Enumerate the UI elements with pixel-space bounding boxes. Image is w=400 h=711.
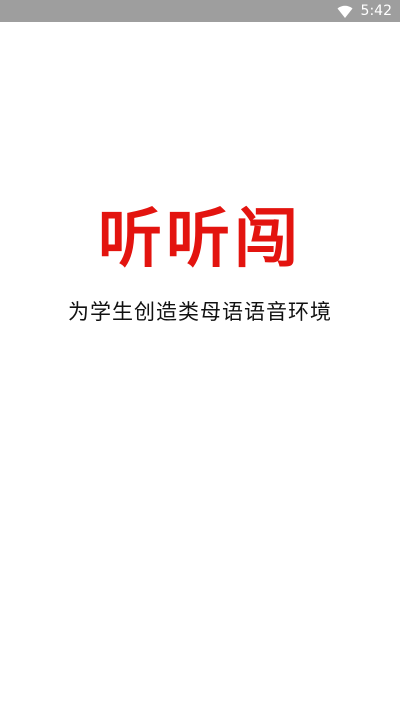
wifi-icon bbox=[337, 4, 353, 18]
status-bar: 5:42 bbox=[0, 0, 400, 22]
app-slogan: 为学生创造类母语语音环境 bbox=[68, 300, 332, 324]
splash-screen: 5:42 听听闯 为学生创造类母语语音环境 bbox=[0, 0, 400, 711]
status-time: 5:42 bbox=[360, 3, 392, 19]
app-name-logo: 听听闯 bbox=[98, 202, 302, 277]
splash-content: 听听闯 为学生创造类母语语音环境 bbox=[0, 22, 400, 711]
